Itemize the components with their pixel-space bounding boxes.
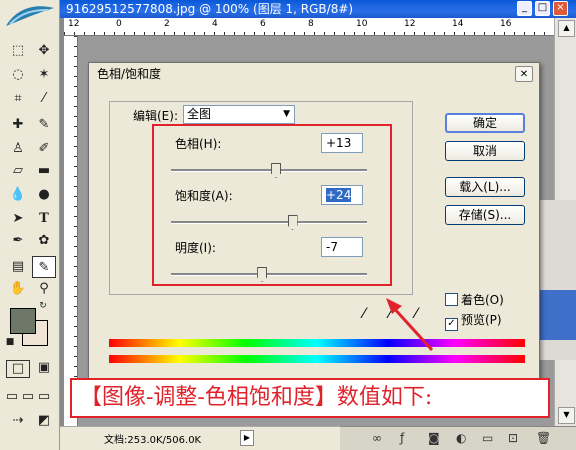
ruler-tick-label: 8 — [308, 19, 314, 29]
quick-mask-mode-icon[interactable]: ▣ — [32, 360, 56, 378]
default-colors-icon[interactable]: ■ — [4, 336, 16, 348]
pen-tool-icon[interactable]: ✒ — [6, 230, 30, 252]
link-layers-icon[interactable]: ∞ — [372, 431, 382, 445]
save-button[interactable]: 存储(S)... — [445, 205, 525, 225]
ok-button[interactable]: 确定 — [445, 113, 525, 133]
adjustment-layer-icon[interactable]: ◐ — [456, 431, 466, 445]
dialog-close-button[interactable]: ✕ — [515, 66, 533, 82]
slice-tool-icon[interactable]: ⁄ — [32, 88, 56, 110]
magic-wand-tool-icon[interactable]: ✶ — [32, 64, 56, 86]
tools-panel: ⬚ ✥ ◌ ✶ ⌗ ⁄ ✚ ✎ ♙ ✐ ▱ ▬ 💧 ● ➤ T ✒ ✿ ▤ ✎ … — [0, 0, 60, 450]
path-selection-tool-icon[interactable]: ➤ — [6, 208, 30, 230]
layers-palette-buttons: ∞ ƒ ◙ ◐ ▭ ⊡ 🗑 — [340, 426, 576, 450]
layer-style-icon[interactable]: ƒ — [400, 431, 404, 445]
clone-stamp-tool-icon[interactable]: ♙ — [6, 138, 30, 160]
scroll-down-icon[interactable]: ▼ — [558, 407, 575, 424]
chevron-down-icon: ▼ — [283, 109, 290, 119]
jump-to-imageready-icon[interactable]: ⇢ — [6, 410, 30, 432]
colorize-checkbox[interactable]: 着色(O) — [445, 291, 504, 308]
history-brush-tool-icon[interactable]: ✐ — [32, 138, 56, 160]
input-color-bar — [109, 339, 525, 347]
horizontal-ruler: 12 0 2 4 6 8 10 12 14 16 — [64, 18, 554, 36]
vertical-ruler — [64, 36, 78, 426]
eyedropper-tool-icon[interactable]: ✎ — [32, 256, 56, 278]
hand-tool-icon[interactable]: ✋ — [6, 278, 30, 300]
lasso-tool-icon[interactable]: ◌ — [6, 64, 30, 86]
document-titlebar: 91629512577808.jpg @ 100% (图层 1, RGB/8#)… — [60, 0, 576, 18]
swap-colors-icon[interactable]: ↻ — [36, 300, 50, 312]
imageready-icon[interactable]: ◩ — [32, 410, 56, 432]
document-title: 91629512577808.jpg @ 100% (图层 1, RGB/8#) — [66, 2, 354, 16]
maximize-button[interactable]: □ — [535, 1, 550, 16]
colorize-label: 着色(O) — [461, 293, 504, 307]
brush-tool-icon[interactable]: ✎ — [32, 114, 56, 136]
custom-shape-tool-icon[interactable]: ✿ — [32, 230, 56, 252]
layer-highlight — [540, 290, 576, 340]
move-tool-icon[interactable]: ✥ — [32, 40, 56, 62]
instruction-caption: 【图像-调整-色相饱和度】数值如下: — [70, 378, 550, 418]
zoom-tool-icon[interactable]: ⚲ — [32, 278, 56, 300]
layer-mask-icon[interactable]: ◙ — [428, 431, 440, 445]
minimize-button[interactable]: _ — [517, 1, 532, 16]
close-window-button[interactable]: × — [553, 1, 568, 16]
ruler-tick-label: 0 — [116, 19, 122, 29]
output-color-bar — [109, 355, 525, 363]
photoshop-feather-logo — [6, 6, 54, 26]
edit-dropdown[interactable]: 全图 ▼ — [183, 105, 295, 124]
notes-tool-icon[interactable]: ▤ — [6, 256, 30, 278]
marquee-tool-icon[interactable]: ⬚ — [6, 40, 30, 62]
edit-dropdown-value: 全图 — [187, 107, 212, 121]
add-to-sample-eyedropper-icon[interactable]: ⁄ — [381, 305, 399, 323]
status-menu-arrow-icon[interactable]: ▶ — [240, 430, 254, 446]
type-tool-icon[interactable]: T — [32, 208, 56, 230]
ruler-tick-label: 4 — [212, 19, 218, 29]
delete-layer-icon[interactable]: 🗑 — [536, 431, 551, 445]
screen-mode-menu-icon[interactable]: ▭ — [20, 386, 36, 408]
preview-checkbox[interactable]: ✓ 预览(P) — [445, 311, 502, 331]
screen-mode-standard-icon[interactable]: ▭ — [4, 386, 20, 408]
eraser-tool-icon[interactable]: ▱ — [6, 160, 30, 182]
crop-tool-icon[interactable]: ⌗ — [6, 88, 30, 110]
ruler-tick-label: 14 — [452, 19, 464, 29]
gradient-tool-icon[interactable]: ▬ — [32, 160, 56, 182]
healing-brush-tool-icon[interactable]: ✚ — [6, 114, 30, 136]
eyedropper-icon[interactable]: ⁄ — [355, 305, 373, 323]
preview-label: 预览(P) — [461, 313, 502, 327]
ruler-tick-label: 12 — [68, 19, 80, 29]
ruler-tick-label: 12 — [404, 19, 416, 29]
foreground-color-swatch-front[interactable] — [10, 308, 36, 334]
ruler-tick-label: 16 — [500, 19, 512, 29]
blur-tool-icon[interactable]: 💧 — [6, 184, 30, 206]
load-button[interactable]: 载入(L)... — [445, 177, 525, 197]
document-size-info: 文档:253.0K/506.0K — [104, 435, 202, 446]
edit-label: 编辑(E): — [131, 107, 180, 124]
preview-checkbox-box[interactable]: ✓ — [445, 318, 458, 331]
new-group-icon[interactable]: ▭ — [482, 431, 493, 445]
ruler-tick-label: 10 — [356, 19, 368, 29]
standard-mode-icon[interactable]: □ — [6, 360, 30, 378]
colorize-checkbox-box[interactable] — [445, 293, 458, 306]
new-layer-icon[interactable]: ⊡ — [508, 431, 518, 445]
subtract-from-sample-eyedropper-icon[interactable]: ⁄ — [407, 305, 425, 323]
annotation-highlight-box — [152, 124, 392, 286]
screen-mode-full-icon[interactable]: ▭ — [36, 386, 52, 408]
side-panel-fragment — [540, 200, 576, 360]
dodge-tool-icon[interactable]: ● — [32, 184, 56, 206]
dialog-title: 色相/饱和度 — [97, 67, 162, 81]
ruler-tick-label: 6 — [260, 19, 266, 29]
cancel-button[interactable]: 取消 — [445, 141, 525, 161]
scroll-up-icon[interactable]: ▲ — [558, 20, 575, 37]
ruler-tick-label: 2 — [164, 19, 170, 29]
